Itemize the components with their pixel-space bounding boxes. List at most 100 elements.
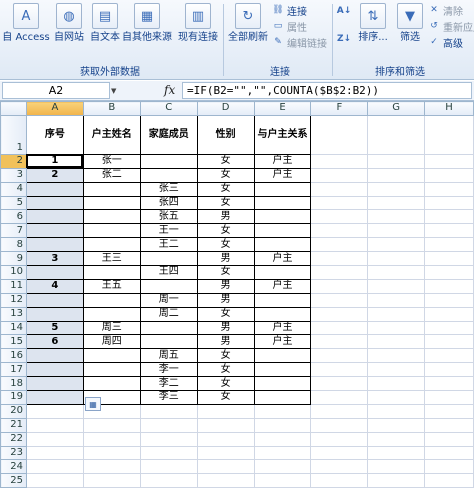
row-header[interactable]: 9 — [0, 251, 27, 267]
row-header[interactable]: 22 — [0, 431, 27, 447]
cell[interactable] — [25, 376, 84, 392]
cell[interactable] — [253, 348, 312, 364]
cell[interactable] — [367, 167, 426, 183]
cell[interactable]: 王四 — [139, 265, 198, 280]
cell[interactable] — [424, 348, 474, 364]
row-header[interactable]: 12 — [0, 292, 27, 308]
cell[interactable] — [310, 251, 369, 267]
cell[interactable] — [25, 473, 84, 488]
cell[interactable]: 户主 — [253, 320, 312, 336]
cell[interactable] — [310, 362, 369, 378]
column-header[interactable]: E — [253, 101, 312, 116]
cell[interactable] — [367, 320, 426, 336]
cell[interactable] — [310, 320, 369, 336]
cell[interactable] — [310, 348, 369, 364]
cell[interactable] — [367, 473, 426, 488]
formula-input[interactable]: =IF(B2="","",COUNTA($B$2:B2)) — [182, 82, 472, 99]
cell[interactable] — [82, 195, 141, 211]
cell[interactable] — [310, 473, 369, 488]
cell[interactable] — [310, 376, 369, 392]
cell[interactable] — [253, 306, 312, 322]
cell[interactable] — [253, 473, 312, 488]
cell[interactable] — [367, 251, 426, 267]
cell[interactable] — [424, 417, 474, 433]
cell[interactable] — [424, 237, 474, 253]
cell[interactable]: 户主 — [253, 153, 312, 169]
cell[interactable]: 家庭成员 — [139, 114, 198, 155]
cell[interactable]: 5 — [25, 320, 84, 336]
cell[interactable] — [139, 445, 198, 461]
select-all-corner[interactable] — [0, 101, 27, 116]
row-header[interactable]: 10 — [0, 265, 27, 280]
cell[interactable]: 男 — [196, 251, 255, 267]
cell[interactable] — [139, 417, 198, 433]
refresh-all-button[interactable]: ↻ 全部刷新 — [226, 2, 270, 48]
cell[interactable]: 男 — [196, 334, 255, 350]
cell[interactable] — [424, 181, 474, 197]
cell[interactable] — [424, 167, 474, 183]
cell[interactable] — [196, 403, 255, 419]
cell[interactable] — [253, 459, 312, 475]
column-header[interactable]: A — [25, 101, 84, 116]
row-header[interactable]: 21 — [0, 417, 27, 433]
existing-connections-button[interactable]: ▥ 现有连接 — [176, 2, 220, 48]
row-header[interactable]: 24 — [0, 459, 27, 475]
cell[interactable] — [196, 431, 255, 447]
cell[interactable] — [424, 376, 474, 392]
cell[interactable] — [367, 306, 426, 322]
cell[interactable] — [82, 348, 141, 364]
cell[interactable]: 周二 — [139, 306, 198, 322]
cell[interactable] — [82, 292, 141, 308]
cell[interactable] — [25, 417, 84, 433]
cell[interactable]: 王五 — [82, 278, 141, 294]
row-header[interactable]: 8 — [0, 237, 27, 253]
cell[interactable] — [310, 209, 369, 225]
row-header[interactable]: 25 — [0, 473, 27, 488]
column-header[interactable]: B — [82, 101, 141, 116]
cell[interactable]: 序号 — [25, 114, 84, 155]
cell[interactable] — [25, 459, 84, 475]
cell[interactable]: 户主 — [253, 167, 312, 183]
column-header[interactable]: D — [196, 101, 255, 116]
cell[interactable] — [25, 306, 84, 322]
cell[interactable] — [253, 181, 312, 197]
cell[interactable] — [424, 320, 474, 336]
row-header[interactable]: 17 — [0, 362, 27, 378]
column-header[interactable]: C — [139, 101, 198, 116]
from-access-button[interactable]: A 自 Access — [2, 2, 50, 48]
cell[interactable]: 王三 — [82, 251, 141, 267]
cell[interactable] — [139, 278, 198, 294]
cell[interactable] — [424, 459, 474, 475]
from-text-button[interactable]: ▤ 自文本 — [88, 2, 122, 48]
row-header[interactable]: 19 — [0, 390, 27, 405]
cell[interactable] — [367, 292, 426, 308]
row-header[interactable]: 20 — [0, 403, 27, 419]
from-other-sources-button[interactable]: ▦ 自其他来源 — [122, 2, 172, 48]
connections-button[interactable]: ⛓ 连接 — [272, 3, 307, 18]
cell[interactable]: 李三 — [139, 390, 198, 405]
reapply-button[interactable]: ↺ 重新应用 — [428, 19, 474, 34]
cell[interactable] — [139, 473, 198, 488]
cell[interactable] — [253, 390, 312, 405]
active-cell[interactable]: 1 — [25, 153, 84, 169]
advanced-filter-button[interactable]: ✓ 高级 — [428, 35, 463, 50]
cell[interactable]: 女 — [196, 223, 255, 239]
column-header[interactable]: F — [310, 101, 369, 116]
cell[interactable] — [310, 167, 369, 183]
cell[interactable] — [424, 362, 474, 378]
column-header[interactable]: G — [367, 101, 426, 116]
cell[interactable] — [25, 265, 84, 280]
cell[interactable] — [310, 334, 369, 350]
row-header[interactable]: 14 — [0, 320, 27, 336]
cell[interactable] — [367, 209, 426, 225]
cell[interactable] — [139, 167, 198, 183]
cell[interactable] — [25, 209, 84, 225]
cell[interactable] — [310, 195, 369, 211]
cell[interactable]: 2 — [25, 167, 84, 183]
cell[interactable] — [367, 376, 426, 392]
cell[interactable]: 张二 — [82, 167, 141, 183]
cell[interactable] — [424, 292, 474, 308]
cell[interactable] — [424, 390, 474, 405]
cell[interactable]: 女 — [196, 195, 255, 211]
cell[interactable] — [310, 390, 369, 405]
